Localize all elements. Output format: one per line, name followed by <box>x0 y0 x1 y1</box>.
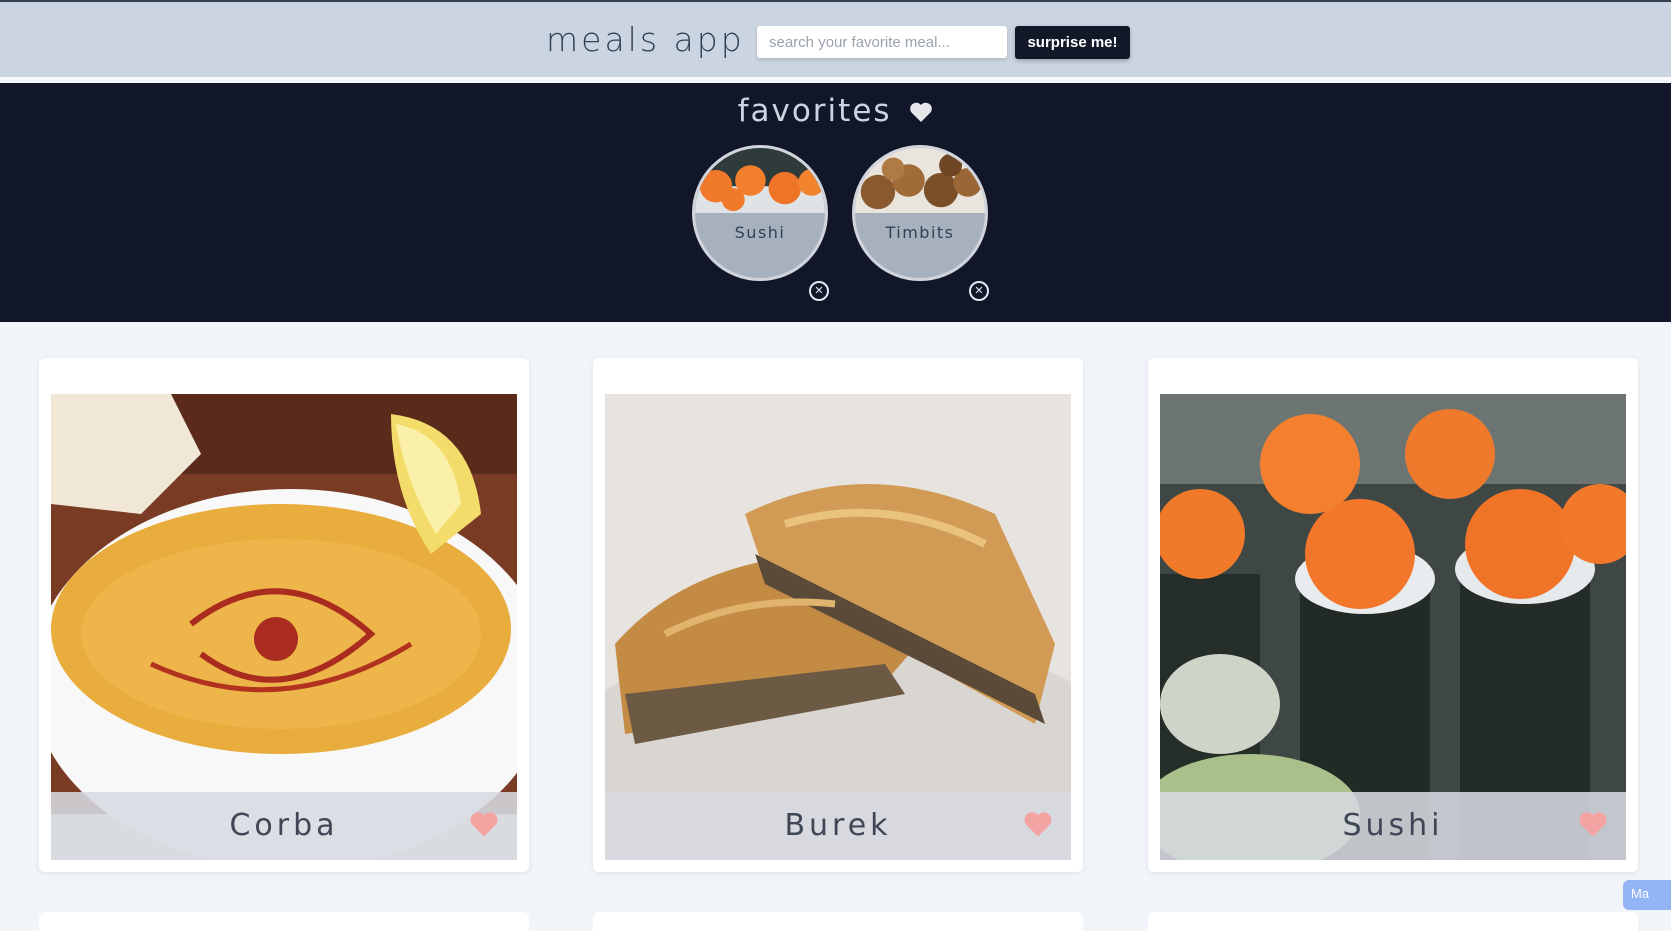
search-input[interactable] <box>757 26 1007 58</box>
favorite-label: Timbits <box>855 213 985 278</box>
heart-icon[interactable] <box>1023 810 1053 838</box>
favorite-label: Sushi <box>695 213 825 278</box>
sushi-thumbnail <box>695 148 825 213</box>
favorites-section: favorites Sushi ✕ Timbits ✕ <box>0 83 1671 322</box>
favorite-item-timbits[interactable]: Timbits <box>852 145 988 281</box>
surprise-me-button[interactable]: surprise me! <box>1015 26 1130 59</box>
heart-icon[interactable] <box>1578 810 1608 838</box>
app-header: meals app surprise me! <box>0 0 1671 80</box>
meal-name: Burek <box>784 808 892 843</box>
meal-card-sushi[interactable]: Sushi <box>1148 358 1638 872</box>
meal-image-sushi: Sushi <box>1160 394 1626 860</box>
meal-image-corba: Corba <box>51 394 517 860</box>
meal-card-partial[interactable] <box>593 912 1083 931</box>
meal-title-bar: Sushi <box>1160 792 1626 860</box>
meal-card-partial[interactable] <box>1148 912 1638 931</box>
remove-favorite-timbits-icon[interactable]: ✕ <box>969 281 989 301</box>
meal-name: Sushi <box>1342 808 1444 843</box>
meal-name: Corba <box>229 808 339 843</box>
floating-widget-button[interactable]: Ma <box>1623 880 1671 910</box>
meal-card-corba[interactable]: Corba <box>39 358 529 872</box>
meal-image-burek: Burek <box>605 394 1071 860</box>
favorite-item-sushi[interactable]: Sushi <box>692 145 828 281</box>
remove-favorite-sushi-icon[interactable]: ✕ <box>809 281 829 301</box>
meal-title-bar: Burek <box>605 792 1071 860</box>
app-title: meals app <box>546 20 745 59</box>
meal-title-bar: Corba <box>51 792 517 860</box>
meal-card-burek[interactable]: Burek <box>593 358 1083 872</box>
favorites-heading: favorites <box>0 93 1671 131</box>
meal-card-partial[interactable] <box>39 912 529 931</box>
heart-icon <box>909 95 933 131</box>
heart-icon[interactable] <box>469 810 499 838</box>
widget-label: Ma <box>1631 886 1650 901</box>
timbits-thumbnail <box>855 148 985 213</box>
favorites-title: favorites <box>737 93 892 129</box>
